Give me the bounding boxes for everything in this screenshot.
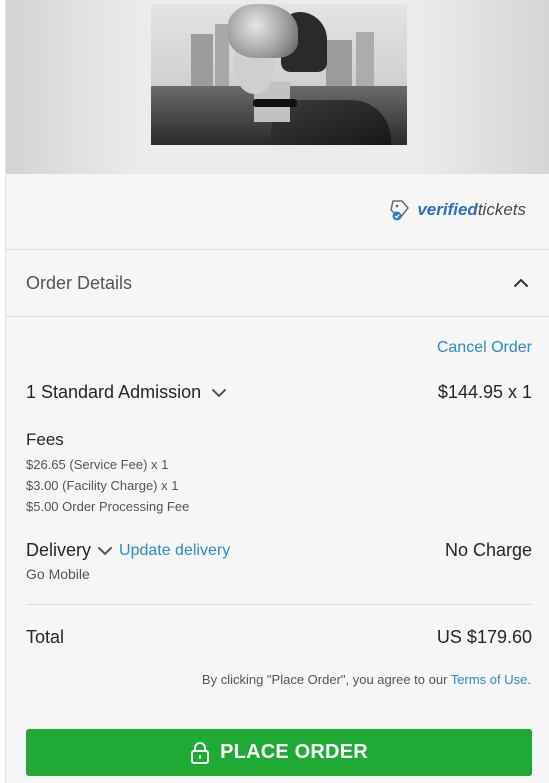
fee-item: $3.00 (Facility Charge) x 1 — [26, 478, 179, 493]
verified-tickets-logo: verified tickets — [388, 198, 526, 222]
total-label: Total — [26, 627, 65, 647]
terms-notice: By clicking "Place Order", you agree to … — [202, 672, 531, 687]
total-row: Total US $179.60 — [26, 627, 532, 648]
fee-item: $26.65 (Service Fee) x 1 — [26, 457, 169, 472]
terms-prefix: By clicking "Place Order", you agree to … — [201, 672, 451, 687]
verified-tickets-banner: verified tickets — [6, 174, 549, 250]
chevron-down-icon[interactable] — [211, 388, 227, 398]
tickets-text: tickets — [477, 200, 526, 219]
terms-suffix: . — [527, 672, 531, 687]
ticket-check-icon — [390, 200, 410, 221]
delivery-row: Delivery Update delivery No Charge — [26, 540, 532, 561]
delivery-value: No Charge — [444, 540, 532, 560]
cancel-order-link[interactable]: Cancel Order — [437, 339, 532, 357]
divider — [26, 604, 532, 605]
total-value: US $179.60 — [436, 627, 532, 647]
place-order-label: PLACE ORDER — [220, 741, 368, 763]
artist-photo — [151, 4, 407, 145]
ticket-label: 1 Standard Admission — [26, 382, 202, 402]
chevron-up-icon[interactable] — [513, 278, 529, 288]
delivery-label: Delivery — [26, 540, 92, 560]
place-order-button[interactable]: PLACE ORDER — [26, 729, 532, 776]
update-delivery-link[interactable]: Update delivery — [119, 542, 230, 560]
verified-text: verified — [417, 200, 478, 219]
checkout-panel: verified tickets Order Details Cancel Ord… — [5, 0, 549, 783]
lock-icon — [191, 741, 210, 764]
ticket-price: $144.95 x 1 — [437, 382, 532, 402]
fee-item: $5.00 Order Processing Fee — [26, 499, 190, 514]
order-details-title: Order Details — [26, 273, 133, 293]
terms-of-use-link[interactable]: Terms of Use — [451, 672, 528, 687]
chevron-down-icon[interactable] — [97, 546, 113, 556]
fees-title: Fees — [26, 430, 64, 449]
event-hero — [6, 0, 549, 174]
ticket-row: 1 Standard Admission $144.95 x 1 — [26, 382, 532, 403]
delivery-method: Go Mobile — [26, 566, 90, 582]
order-details-header[interactable]: Order Details — [6, 250, 549, 317]
